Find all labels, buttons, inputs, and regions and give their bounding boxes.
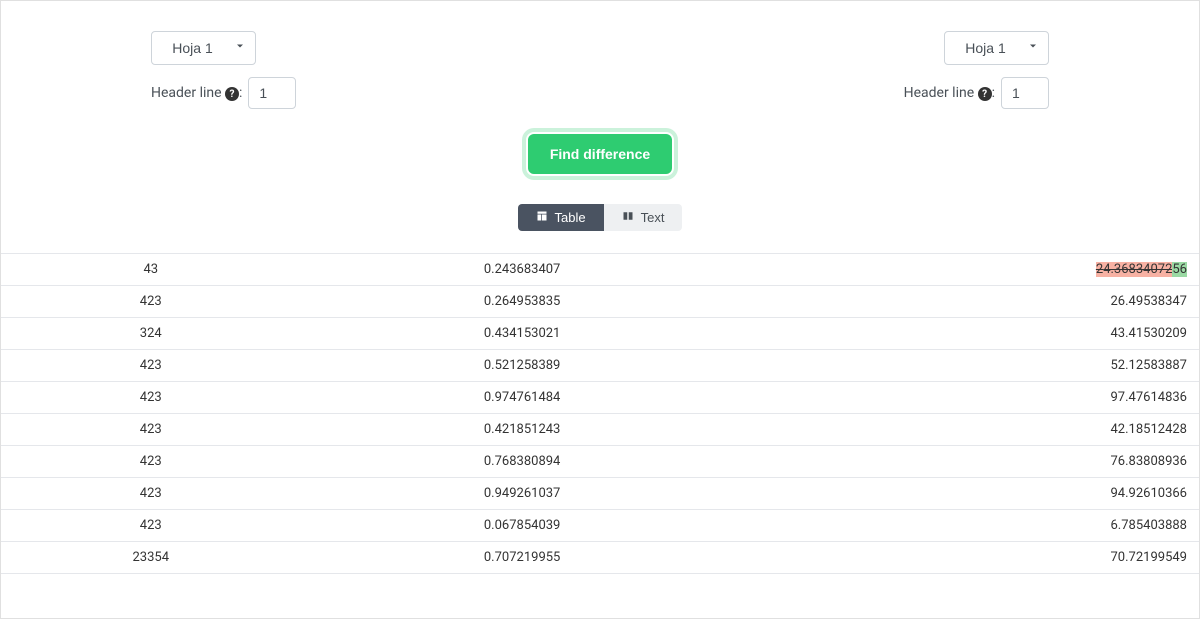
left-headerline-row: Header line ?:: [151, 77, 296, 109]
main-container: Hoja 1 Header line ?: Hoja 1 Header line…: [1, 1, 1199, 574]
cell-b: 0.768380894: [301, 446, 744, 478]
diff-value: 43.41530209: [1111, 326, 1188, 341]
view-tabs: Table Text: [1, 204, 1199, 231]
right-controls: Hoja 1 Header line ?:: [904, 31, 1049, 109]
diff-value: 97.47614836: [1111, 390, 1188, 405]
table-icon: [536, 210, 548, 225]
cell-a: 423: [1, 510, 301, 542]
cell-b: 0.707219955: [301, 542, 744, 574]
right-sheet-select-wrap: Hoja 1: [944, 31, 1049, 65]
diff-value: 70.72199549: [1111, 550, 1188, 565]
cell-b: 0.264953835: [301, 286, 744, 318]
cell-a: 423: [1, 446, 301, 478]
table-row: 3240.434153021 43.41530209: [1, 318, 1199, 350]
left-controls: Hoja 1 Header line ?:: [151, 31, 296, 109]
diff-value: 6.785403888: [1111, 518, 1188, 533]
left-sheet-select[interactable]: Hoja 1: [151, 31, 256, 65]
cell-c: 42.18512428: [744, 414, 1199, 446]
cell-c: 94.92610366: [744, 478, 1199, 510]
diff-value: 42.18512428: [1111, 422, 1188, 437]
cell-b: 0.949261037: [301, 478, 744, 510]
help-icon[interactable]: ?: [225, 87, 239, 101]
cell-a: 43: [1, 254, 301, 286]
right-sheet-select[interactable]: Hoja 1: [944, 31, 1049, 65]
table-row: 430.24368340724.3683407256: [1, 254, 1199, 286]
left-sheet-select-wrap: Hoja 1: [151, 31, 256, 65]
cell-a: 23354: [1, 542, 301, 574]
tab-table-label: Table: [555, 210, 586, 225]
cell-c: 97.47614836: [744, 382, 1199, 414]
cell-c: 70.72199549: [744, 542, 1199, 574]
cell-a: 423: [1, 350, 301, 382]
cell-a: 324: [1, 318, 301, 350]
cell-b: 0.067854039: [301, 510, 744, 542]
table-row: 4230.067854039 6.785403888: [1, 510, 1199, 542]
cell-b: 0.243683407: [301, 254, 744, 286]
cell-b: 0.421851243: [301, 414, 744, 446]
diff-added: 56: [1172, 262, 1187, 277]
find-button-wrap: Find difference: [1, 134, 1199, 174]
diff-table-wrap: 430.24368340724.36834072564230.264953835…: [1, 253, 1199, 574]
table-row: 4230.264953835 26.49538347: [1, 286, 1199, 318]
table-row: 4230.521258389 52.12583887: [1, 350, 1199, 382]
right-headerline-input[interactable]: [1001, 77, 1049, 109]
diff-value: 4.36834072: [1103, 262, 1172, 277]
table-row: 233540.707219955 70.72199549: [1, 542, 1199, 574]
cell-c: 6.785403888: [744, 510, 1199, 542]
left-headerline-input[interactable]: [248, 77, 296, 109]
help-icon[interactable]: ?: [978, 87, 992, 101]
cell-c: 52.12583887: [744, 350, 1199, 382]
cell-c: 43.41530209: [744, 318, 1199, 350]
diff-value: 26.49538347: [1111, 294, 1188, 309]
cell-b: 0.434153021: [301, 318, 744, 350]
cell-c: 76.83808936: [744, 446, 1199, 478]
diff-table: 430.24368340724.36834072564230.264953835…: [1, 254, 1199, 574]
tab-table[interactable]: Table: [518, 204, 604, 231]
cell-a: 423: [1, 382, 301, 414]
table-row: 4230.949261037 94.92610366: [1, 478, 1199, 510]
cell-b: 0.521258389: [301, 350, 744, 382]
tab-text-label: Text: [641, 210, 665, 225]
table-row: 4230.768380894 76.83808936: [1, 446, 1199, 478]
cell-a: 423: [1, 414, 301, 446]
right-headerline-label: Header line ?:: [904, 85, 995, 102]
find-difference-button[interactable]: Find difference: [528, 134, 672, 174]
cell-a: 423: [1, 286, 301, 318]
table-row: 4230.974761484 97.47614836: [1, 382, 1199, 414]
cell-b: 0.974761484: [301, 382, 744, 414]
tab-text[interactable]: Text: [604, 204, 683, 231]
diff-value: 52.12583887: [1111, 358, 1188, 373]
left-headerline-label: Header line ?:: [151, 85, 242, 102]
text-icon: [622, 210, 634, 225]
right-headerline-row: Header line ?:: [904, 77, 1049, 109]
table-row: 4230.421851243 42.18512428: [1, 414, 1199, 446]
diff-value: 76.83808936: [1111, 454, 1188, 469]
cell-c: 26.49538347: [744, 286, 1199, 318]
controls-row: Hoja 1 Header line ?: Hoja 1 Header line…: [1, 31, 1199, 109]
diff-value: 94.92610366: [1111, 486, 1188, 501]
cell-a: 423: [1, 478, 301, 510]
cell-c: 24.3683407256: [744, 254, 1199, 286]
